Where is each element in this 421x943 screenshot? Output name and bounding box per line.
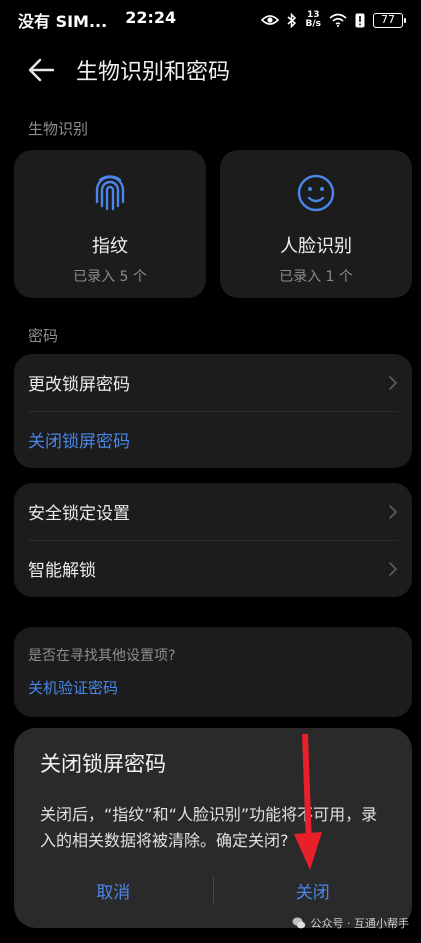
back-arrow-icon[interactable] (26, 56, 56, 84)
turn-off-lock-password-item[interactable]: 关闭锁屏密码 (14, 411, 412, 468)
carrier-label: 没有 SIM... (18, 12, 108, 31)
eye-icon (261, 15, 280, 25)
face-recognition-status: 已录入 1 个 (279, 269, 353, 285)
network-speed: 13 B/s (305, 10, 321, 29)
fingerprint-card[interactable]: 指纹 已录入 5 个 (14, 150, 206, 298)
face-recognition-label: 人脸识别 (280, 236, 352, 257)
smart-unlock-label: 智能解锁 (28, 561, 96, 581)
dialog-buttons: 取消 关闭 (14, 868, 412, 912)
watermark: 公众号 · 互通小帮手 (292, 915, 409, 931)
cancel-button[interactable]: 取消 (14, 878, 213, 903)
change-lock-password-item[interactable]: 更改锁屏密码 (14, 354, 412, 411)
search-hint-card: 是否在寻找其他设置项? 关机验证密码 (14, 627, 412, 717)
hint-question: 是否在寻找其他设置项? (28, 648, 176, 664)
face-recognition-card[interactable]: 人脸识别 已录入 1 个 (220, 150, 412, 298)
wifi-icon (329, 13, 347, 27)
dialog-message: 关闭后，“指纹”和“人脸识别”功能将不可用，录入的相关数据将被清除。确定关闭? (40, 805, 378, 850)
security-lock-settings-item[interactable]: 安全锁定设置 (14, 483, 412, 540)
clock: 22:24 (125, 8, 177, 27)
turn-off-lock-password-label: 关闭锁屏密码 (28, 432, 130, 452)
security-lock-settings-label: 安全锁定设置 (28, 504, 130, 524)
power-off-password-link[interactable]: 关机验证密码 (28, 677, 398, 698)
fingerprint-status: 已录入 5 个 (73, 269, 147, 285)
face-icon (297, 174, 335, 212)
section-label-biometrics: 生物识别 (28, 120, 89, 138)
confirm-close-button[interactable]: 关闭 (214, 878, 413, 903)
bluetooth-icon (287, 12, 297, 28)
chevron-right-icon (389, 375, 397, 390)
smart-unlock-item[interactable]: 智能解锁 (14, 540, 412, 597)
page-header: 生物识别和密码 (0, 48, 421, 92)
change-lock-password-label: 更改锁屏密码 (28, 375, 130, 395)
page-title: 生物识别和密码 (76, 60, 231, 85)
sim-alert-icon (355, 13, 365, 27)
chevron-right-icon (389, 561, 397, 576)
fingerprint-icon (95, 175, 125, 211)
status-bar: 没有 SIM... 22:24 13 B/s 77 (0, 0, 421, 40)
section-label-password: 密码 (28, 327, 59, 345)
password-group: 更改锁屏密码 关闭锁屏密码 (14, 354, 412, 468)
security-group: 安全锁定设置 智能解锁 (14, 483, 412, 597)
chevron-right-icon (389, 504, 397, 519)
battery-indicator: 77 (373, 12, 406, 28)
fingerprint-label: 指纹 (92, 236, 128, 257)
red-arrow-annotation (294, 734, 322, 870)
wechat-icon (292, 917, 305, 929)
dialog-title: 关闭锁屏密码 (40, 752, 166, 776)
turn-off-password-dialog: 关闭锁屏密码 关闭后，“指纹”和“人脸识别”功能将不可用，录入的相关数据将被清除… (14, 728, 412, 928)
